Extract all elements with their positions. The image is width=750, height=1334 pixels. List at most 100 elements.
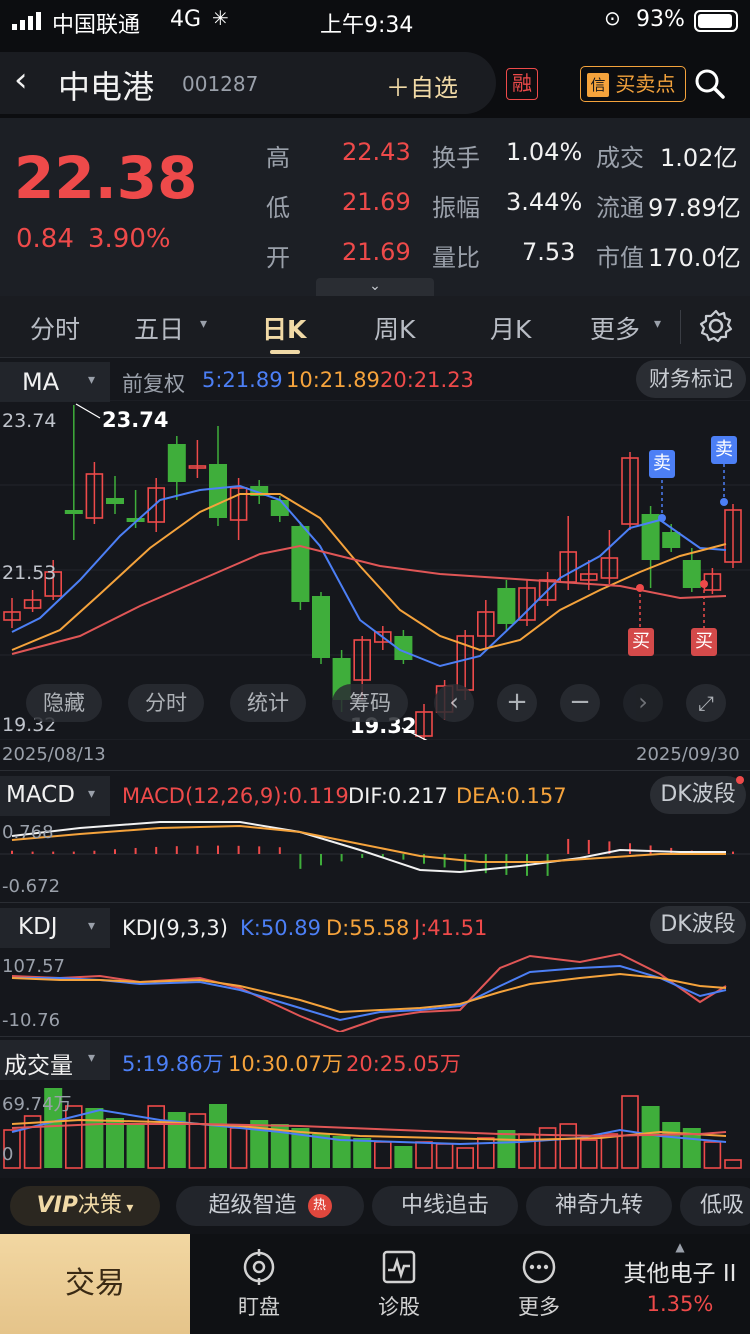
buy-signal-badge[interactable]: 买: [691, 628, 717, 656]
strategy-low-buy[interactable]: 低吸: [680, 1186, 750, 1226]
caret-down-icon: ▾: [88, 372, 96, 388]
bottom-nav: 交易 盯盘 诊股 更多 ▲ 其他电子 II 1.35%: [0, 1234, 750, 1334]
strategy-bar: VIP决策 ▾ 超级智造 热 中线追击 神奇九转 低吸: [0, 1178, 750, 1234]
caret-down-icon: ▾: [88, 918, 96, 934]
battery-pct: 93%: [636, 7, 685, 32]
buy-sell-points-button[interactable]: 信 买卖点: [580, 66, 686, 102]
sell-signal-badge[interactable]: 卖: [711, 436, 737, 464]
sell-signal-badge[interactable]: 卖: [649, 450, 675, 478]
macd-value: MACD(12,26,9):0.119: [122, 784, 349, 808]
volume-bar: [579, 1139, 598, 1169]
hot-icon: 热: [307, 1194, 332, 1218]
financial-marks-button[interactable]: 财务标记: [636, 360, 746, 398]
amount-label: 成交: [596, 144, 644, 172]
volume-bar: [126, 1124, 145, 1168]
signal-dot: [658, 514, 666, 522]
buy-signal-badge[interactable]: 买: [628, 628, 654, 656]
volume-bar: [229, 1127, 248, 1169]
xin-icon: 信: [587, 72, 609, 97]
chips-button[interactable]: 筹码: [332, 684, 408, 722]
hide-button[interactable]: 隐藏: [26, 684, 102, 722]
quote-panel: 22.38 0.84 3.90% 高 22.43 低 21.69 开 21.69…: [0, 118, 750, 296]
volume-bar: [106, 1118, 124, 1168]
tab-monthly-k[interactable]: 月K: [490, 310, 531, 346]
candle-body: [312, 596, 330, 658]
macd-selector[interactable]: MACD ▾: [0, 776, 110, 816]
low-label: 低: [266, 194, 290, 222]
back-icon[interactable]: ‹: [14, 60, 28, 100]
macd-y-min: -0.672: [2, 876, 61, 897]
volume-chart[interactable]: [0, 1080, 750, 1170]
volume-selector[interactable]: 成交量 ▾: [0, 1040, 110, 1080]
sector-quote[interactable]: ▲ 其他电子 II 1.35%: [610, 1240, 750, 1334]
last-price: 22.38: [14, 144, 198, 212]
kdj-chart[interactable]: [0, 946, 750, 1032]
high-value: 22.43: [342, 138, 411, 166]
sector-pct: 1.35%: [646, 1292, 714, 1316]
indicator-selector[interactable]: MA ▾: [0, 362, 110, 402]
mcap-value: 170.0亿: [648, 244, 741, 272]
tab-more[interactable]: 更多: [590, 310, 640, 346]
candle-body: [167, 444, 186, 482]
divider: [0, 902, 750, 903]
volume-y-min: 0: [2, 1144, 14, 1165]
search-icon[interactable]: [694, 68, 726, 100]
stock-code: 001287: [182, 72, 259, 96]
volume-bar: [600, 1133, 619, 1169]
candle-body: [64, 510, 83, 514]
expand-quote-button[interactable]: ⌄: [316, 278, 434, 296]
adjust-mode[interactable]: 前复权: [122, 368, 185, 398]
margin-badge[interactable]: 融: [506, 68, 538, 100]
next-icon[interactable]: ›: [623, 684, 663, 722]
macd-chart[interactable]: [0, 814, 750, 900]
dk-band-button[interactable]: DK波段: [650, 776, 746, 814]
prev-icon[interactable]: ‹: [434, 684, 474, 722]
plus-icon: ＋: [386, 74, 410, 102]
stats-button[interactable]: 统计: [230, 684, 306, 722]
stock-name: 中电港: [58, 68, 155, 106]
amount-value: 1.02亿: [660, 144, 738, 172]
timeshare-button[interactable]: 分时: [128, 684, 204, 722]
trade-button[interactable]: 交易: [0, 1234, 190, 1334]
strategy-mid-term[interactable]: 中线追击: [372, 1186, 518, 1226]
caret-down-icon: ▾: [88, 786, 96, 802]
gear-icon[interactable]: [698, 308, 734, 344]
caret-down-icon: ▾: [121, 1200, 134, 1216]
tab-timeshare[interactable]: 分时: [30, 310, 80, 346]
caret-down-icon: ▾: [654, 316, 662, 332]
tab-daily-k[interactable]: 日K: [262, 310, 306, 346]
kdj-selector[interactable]: KDJ ▾: [0, 908, 110, 948]
kline-y-mid: 21.53: [2, 562, 57, 584]
fullscreen-icon[interactable]: ⤢: [686, 684, 726, 722]
crosshair-icon: [243, 1249, 275, 1285]
tab-weekly-k[interactable]: 周K: [374, 310, 415, 346]
volume-name: 成交量: [4, 1053, 73, 1079]
kline-ma-lines: [11, 484, 727, 668]
float-value: 97.89亿: [648, 194, 741, 222]
candle-body: [106, 498, 124, 504]
turnover-value: 1.04%: [506, 138, 583, 166]
add-watch-button[interactable]: ＋自选: [386, 68, 458, 103]
more-button[interactable]: 更多: [484, 1248, 594, 1321]
macd-dea-line: [11, 824, 726, 863]
volume-bar: [85, 1108, 104, 1168]
strategy-super-manufacturing[interactable]: 超级智造 热: [176, 1186, 364, 1226]
orientation-lock-icon: ⊙: [604, 6, 621, 30]
signal-dot: [720, 498, 728, 506]
turnover-label: 换手: [432, 144, 480, 172]
vip-decision-button[interactable]: VIP决策 ▾: [10, 1186, 160, 1226]
amplitude-label: 振幅: [432, 194, 480, 222]
price-change-pct: 3.90%: [88, 224, 171, 254]
watch-button[interactable]: 盯盘: [204, 1248, 314, 1321]
candle-body: [662, 532, 681, 548]
dk-band-button[interactable]: DK波段: [650, 906, 746, 944]
zoom-out-icon[interactable]: −: [560, 684, 600, 722]
diagnose-button[interactable]: 诊股: [344, 1248, 454, 1321]
strategy-magic-nine[interactable]: 神奇九转: [526, 1186, 672, 1226]
ma-line: [11, 544, 727, 655]
volume-bar: [415, 1141, 433, 1169]
volume-bar: [703, 1141, 722, 1169]
float-label: 流通: [596, 194, 644, 222]
tab-five-day[interactable]: 五日: [134, 310, 184, 346]
zoom-in-icon[interactable]: +: [497, 684, 537, 722]
